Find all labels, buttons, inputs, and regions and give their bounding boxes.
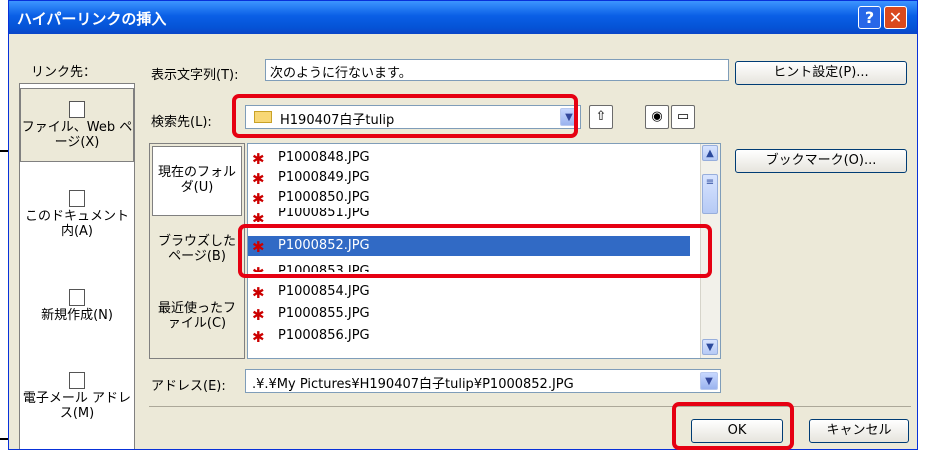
file-name: P1000848.JPG [278,150,370,165]
hint-settings-button[interactable]: ヒント設定(P)... [735,61,907,85]
file-name: P1000850.JPG [278,190,370,205]
email-icon [69,372,85,389]
file-row[interactable]: ✱ P1000849.JPG [248,168,688,188]
new-document-icon [69,289,85,306]
bookmark-button[interactable]: ブックマーク(O)... [735,149,907,173]
browse-file-icon[interactable]: ▭ [671,105,695,129]
image-file-icon: ✱ [252,306,265,324]
image-file-icon: ✱ [252,328,265,346]
address-value: .¥.¥My Pictures¥H190407白子tulip¥P1000852.… [252,377,574,392]
place-label: ファイル、Web ページ(X) [21,120,133,150]
place-email-address[interactable]: 電子メール アドレス(M) [20,372,134,432]
link-target-label: リンク先： [31,65,97,80]
file-row[interactable]: ✱ P1000848.JPG [248,148,688,168]
address-combo[interactable]: .¥.¥My Pictures¥H190407白子tulip¥P1000852.… [245,369,721,393]
file-name: P1000851.JPG [278,208,370,220]
close-button[interactable]: ✕ [884,6,907,29]
scroll-up-icon[interactable]: ▲ [702,145,718,161]
document-icon [69,190,85,207]
up-folder-icon[interactable]: ⇧ [589,105,613,129]
image-file-icon: ✱ [252,284,265,302]
image-file-icon: ✱ [252,210,265,222]
browse-web-icon[interactable]: ◉ [645,105,669,129]
file-row[interactable]: ✱ P1000851.JPG [248,208,688,222]
highlight-ok-button [672,402,794,450]
file-name: P1000856.JPG [278,328,370,343]
display-text-input[interactable]: 次のように行ないます。 [265,59,729,81]
image-file-icon: ✱ [252,170,265,188]
place-new-document[interactable]: 新規作成(N) [20,289,134,339]
place-label: 新規作成(N) [41,308,113,323]
file-name: P1000849.JPG [278,170,370,185]
title-bar: ハイパーリンクの挿入 ? ✕ [9,1,917,34]
image-file-icon: ✱ [252,150,265,168]
nav-recent-files[interactable]: 最近使ったファイル(C) [152,301,242,341]
highlight-search-location [232,94,578,138]
nav-current-folder[interactable]: 現在のフォルダ(U) [152,146,242,216]
chevron-down-icon[interactable]: ▼ [700,372,718,390]
file-row[interactable]: ✱ P1000850.JPG [248,188,688,208]
dialog-title: ハイパーリンクの挿入 [17,10,167,28]
display-text-label: 表示文字列(T): [151,68,239,83]
highlight-selected-file [238,224,712,278]
file-row[interactable]: ✱ P1000854.JPG [248,282,688,302]
image-file-icon: ✱ [252,190,265,208]
place-this-document[interactable]: このドキュメント内(A) [20,190,134,250]
file-name: P1000854.JPG [278,284,370,299]
divider [149,406,911,407]
place-label: 電子メール アドレス(M) [22,391,132,421]
scroll-thumb[interactable]: ≡ [702,174,718,214]
scroll-down-icon[interactable]: ▼ [702,339,718,355]
address-label: アドレス(E): [151,379,226,394]
nav-browsed-pages[interactable]: ブラウズしたページ(B) [152,234,242,274]
help-button[interactable]: ? [858,6,881,29]
file-web-icon [69,101,85,118]
file-name: P1000855.JPG [278,306,370,321]
browse-nav: 現在のフォルダ(U) ブラウズしたページ(B) 最近使ったファイル(C) [149,143,245,359]
cancel-button[interactable]: キャンセル [809,419,909,443]
file-row[interactable]: ✱ P1000855.JPG [248,304,688,324]
place-label: このドキュメント内(A) [24,209,129,239]
search-label: 検索先(L): [151,115,212,130]
link-target-places: ファイル、Web ページ(X) このドキュメント内(A) 新規作成(N) 電子メ… [19,83,135,449]
place-file-web[interactable]: ファイル、Web ページ(X) [20,88,134,162]
file-row[interactable]: ✱ P1000856.JPG [248,326,688,346]
